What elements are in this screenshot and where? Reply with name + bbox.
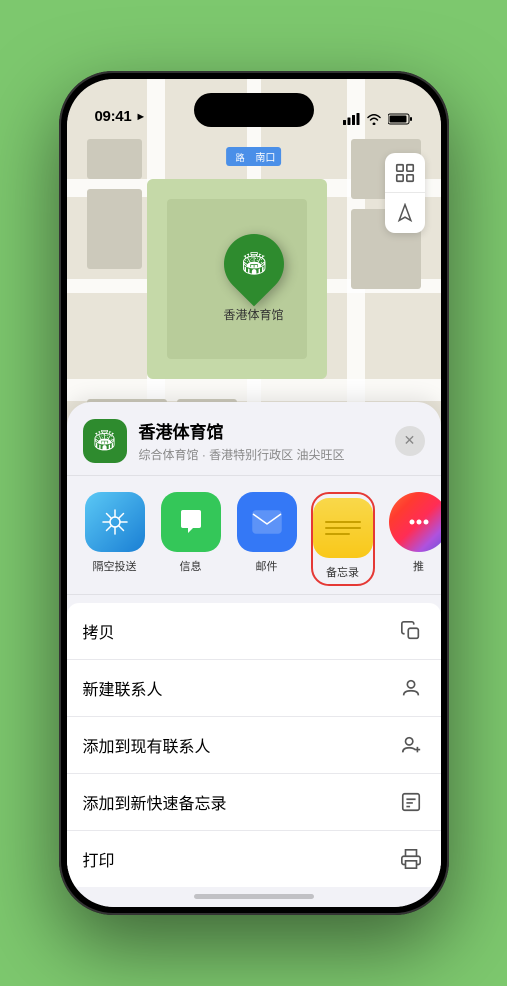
status-icons: [343, 113, 413, 125]
new-contact-icon: [397, 674, 425, 702]
map-label-tag: 路 南口: [226, 147, 282, 166]
location-pin: 🏟 香港体育馆: [223, 234, 283, 323]
add-contact-icon: [397, 731, 425, 759]
action-label-new-contact: 新建联系人: [83, 676, 163, 700]
action-list: 拷贝 新建联系人: [67, 603, 441, 887]
action-label-quick-note: 添加到新快速备忘录: [83, 790, 227, 814]
action-row-copy[interactable]: 拷贝: [67, 603, 441, 660]
phone-frame: 09:41 ►: [59, 71, 449, 915]
share-item-notes[interactable]: 备忘录: [311, 492, 375, 586]
share-item-messages[interactable]: 信息: [159, 492, 223, 586]
venue-icon: 🏟: [83, 419, 127, 463]
sheet-header: 🏟 香港体育馆 综合体育馆 · 香港特别行政区 油尖旺区 ✕: [67, 402, 441, 476]
copy-icon: [397, 617, 425, 645]
messages-label: 信息: [180, 558, 202, 574]
pin-label: 香港体育馆: [223, 306, 283, 323]
action-row-new-contact[interactable]: 新建联系人: [67, 660, 441, 717]
home-indicator: [194, 894, 314, 899]
quick-note-icon: [397, 788, 425, 816]
action-label-copy: 拷贝: [83, 619, 115, 643]
notes-label: 备忘录: [326, 564, 359, 580]
messages-icon: [161, 492, 221, 552]
notes-icon: [313, 498, 373, 558]
wifi-icon: [366, 113, 382, 125]
action-row-print[interactable]: 打印: [67, 831, 441, 887]
map-location-button[interactable]: [385, 193, 425, 233]
share-item-airdrop[interactable]: 隔空投送: [83, 492, 147, 586]
mail-label: 邮件: [256, 558, 278, 574]
airdrop-icon: [85, 492, 145, 552]
action-label-print: 打印: [83, 847, 115, 871]
venue-info: 香港体育馆 综合体育馆 · 香港特别行政区 油尖旺区: [139, 418, 395, 463]
share-item-mail[interactable]: 邮件: [235, 492, 299, 586]
action-label-add-contact: 添加到现有联系人: [83, 733, 211, 757]
location-icon: ►: [135, 111, 146, 123]
more-icon: [389, 492, 441, 552]
close-button[interactable]: ✕: [395, 426, 425, 456]
action-row-quick-note[interactable]: 添加到新快速备忘录: [67, 774, 441, 831]
venue-name: 香港体育馆: [139, 418, 395, 443]
mail-icon: [237, 492, 297, 552]
dynamic-island: [194, 93, 314, 127]
print-icon: [397, 845, 425, 873]
venue-subtitle: 综合体育馆 · 香港特别行政区 油尖旺区: [139, 446, 395, 463]
pin-emoji: 🏟: [240, 251, 268, 277]
map-controls: [385, 153, 425, 233]
share-row: 隔空投送 信息: [67, 476, 441, 595]
signal-icon: [343, 113, 360, 125]
notes-lines: [325, 521, 361, 535]
more-label: 推: [413, 558, 424, 574]
phone-screen: 09:41 ►: [67, 79, 441, 907]
map-layers-button[interactable]: [385, 153, 425, 193]
airdrop-label: 隔空投送: [93, 558, 137, 574]
battery-icon: [388, 113, 413, 125]
action-row-add-contact[interactable]: 添加到现有联系人: [67, 717, 441, 774]
bottom-sheet: 🏟 香港体育馆 综合体育馆 · 香港特别行政区 油尖旺区 ✕: [67, 402, 441, 907]
status-time: 09:41: [95, 108, 132, 125]
share-item-more[interactable]: 推: [387, 492, 441, 586]
